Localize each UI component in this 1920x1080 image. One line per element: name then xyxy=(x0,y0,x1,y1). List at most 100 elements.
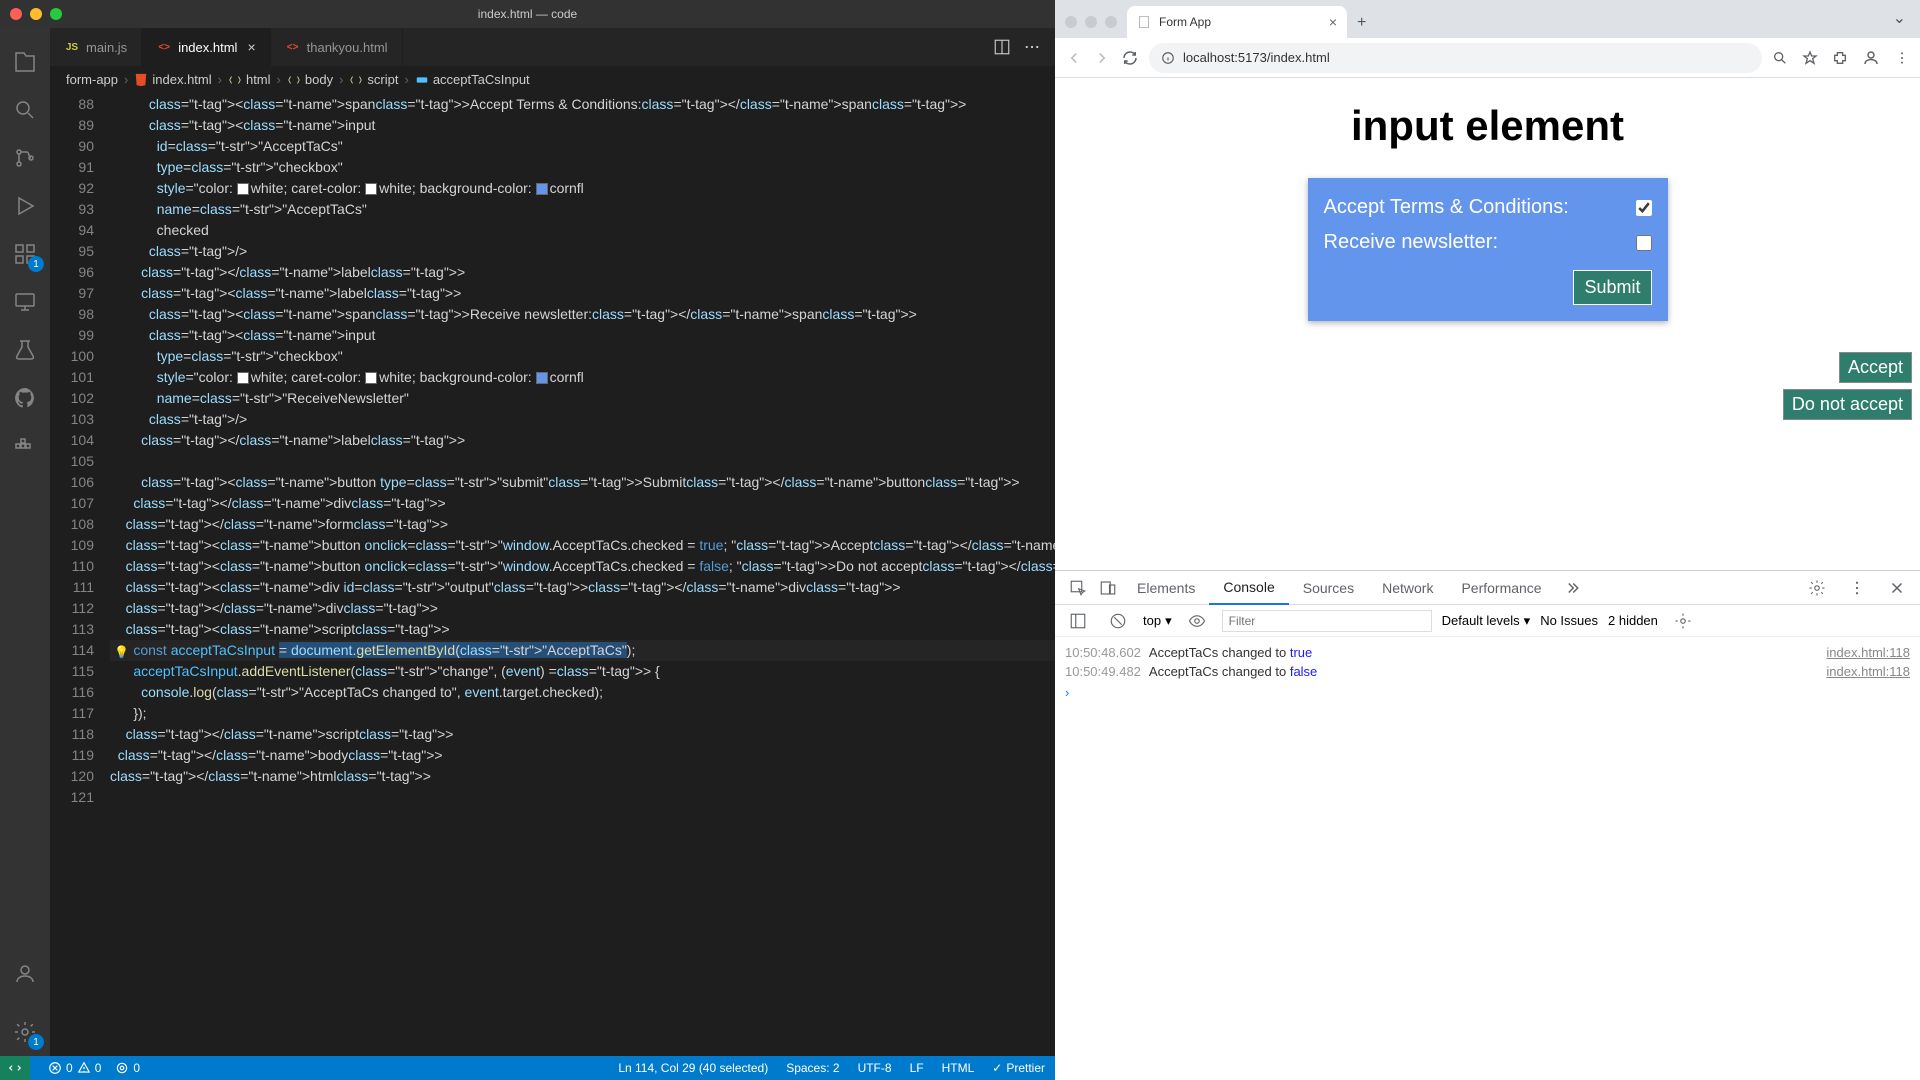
editor-area: JSmain.js <>index.html× <>thankyou.html … xyxy=(50,28,1055,1056)
code-editor[interactable]: 8889909192939495969798991001011021031041… xyxy=(50,94,1055,1056)
tab-label: main.js xyxy=(86,40,127,55)
tab-main-js[interactable]: JSmain.js xyxy=(50,28,142,66)
cursor-position[interactable]: Ln 114, Col 29 (40 selected) xyxy=(618,1061,768,1075)
testing-icon[interactable] xyxy=(0,326,50,374)
clear-console-icon[interactable] xyxy=(1109,612,1127,630)
console-output[interactable]: 10:50:48.602AcceptTaCs changed to truein… xyxy=(1055,637,1920,1080)
breadcrumb-item[interactable]: form-app xyxy=(66,72,118,87)
profile-icon[interactable] xyxy=(1862,49,1880,67)
accept-button[interactable]: Accept xyxy=(1839,352,1912,383)
minimize-window-icon[interactable] xyxy=(30,8,42,20)
devtools-menu-icon[interactable] xyxy=(1848,579,1866,597)
device-toolbar-icon[interactable] xyxy=(1099,579,1117,597)
terms-checkbox[interactable] xyxy=(1636,200,1652,216)
activity-bar: 1 1 xyxy=(0,28,50,1056)
close-window-icon[interactable] xyxy=(10,8,22,20)
inspect-element-icon[interactable] xyxy=(1069,579,1087,597)
settings-badge: 1 xyxy=(28,1034,44,1050)
split-editor-icon[interactable] xyxy=(993,38,1011,56)
maximize-icon[interactable] xyxy=(1105,16,1117,28)
live-expression-icon[interactable] xyxy=(1188,612,1206,630)
chrome-window: Form App × + ⌄ localhost:5173/index.html xyxy=(1055,0,1920,1080)
browser-tab[interactable]: Form App × xyxy=(1127,6,1347,38)
close-tab-icon[interactable]: × xyxy=(1329,14,1337,30)
reject-button[interactable]: Do not accept xyxy=(1783,389,1912,420)
terms-label: Accept Terms & Conditions: xyxy=(1324,196,1569,219)
zoom-icon[interactable] xyxy=(1772,50,1788,66)
bookmark-icon[interactable] xyxy=(1802,50,1818,66)
html-file-icon: <> xyxy=(285,39,301,55)
site-info-icon[interactable] xyxy=(1161,51,1175,65)
search-icon[interactable] xyxy=(0,86,50,134)
extensions-icon[interactable] xyxy=(1832,50,1848,66)
submit-button[interactable]: Submit xyxy=(1573,270,1651,305)
line-gutter: 8889909192939495969798991001011021031041… xyxy=(50,94,110,1056)
url-text: localhost:5173/index.html xyxy=(1183,50,1330,65)
console-settings-icon[interactable] xyxy=(1674,612,1692,630)
minimize-icon[interactable] xyxy=(1085,16,1097,28)
close-tab-icon[interactable]: × xyxy=(247,39,255,55)
account-icon[interactable] xyxy=(0,950,50,998)
hidden-count[interactable]: 2 hidden xyxy=(1608,613,1658,628)
tab-label: index.html xyxy=(178,40,237,55)
devtools-settings-icon[interactable] xyxy=(1808,579,1826,597)
log-levels-selector[interactable]: Default levels ▾ xyxy=(1442,613,1531,629)
filter-input[interactable] xyxy=(1222,610,1432,632)
breadcrumb-item[interactable]: body xyxy=(287,72,333,87)
code-lines[interactable]: class="t-tag"><class="t-name">spanclass=… xyxy=(110,94,1055,1056)
breadcrumb[interactable]: form-app› index.html› html› body› script… xyxy=(50,66,1055,94)
new-tab-button[interactable]: + xyxy=(1351,8,1372,38)
prettier-status[interactable]: ✓ Prettier xyxy=(992,1061,1045,1075)
tab-thankyou-html[interactable]: <> thankyou.html xyxy=(271,28,403,66)
maximize-window-icon[interactable] xyxy=(50,8,62,20)
chrome-traffic-lights[interactable] xyxy=(1063,16,1123,38)
page-heading: input element xyxy=(1055,102,1920,150)
newsletter-checkbox[interactable] xyxy=(1636,235,1652,251)
tab-sources[interactable]: Sources xyxy=(1289,571,1368,605)
forward-button[interactable] xyxy=(1093,49,1111,67)
explorer-icon[interactable] xyxy=(0,38,50,86)
close-icon[interactable] xyxy=(1065,16,1077,28)
context-selector[interactable]: top ▾ xyxy=(1143,613,1172,629)
reload-button[interactable] xyxy=(1121,49,1139,67)
breadcrumb-item[interactable]: script xyxy=(349,72,398,87)
language-mode[interactable]: HTML xyxy=(942,1061,975,1075)
issues-indicator[interactable]: No Issues xyxy=(1540,613,1598,628)
remote-indicator[interactable] xyxy=(0,1056,30,1080)
github-icon[interactable] xyxy=(0,374,50,422)
back-button[interactable] xyxy=(1065,49,1083,67)
breadcrumb-item[interactable]: index.html xyxy=(134,72,211,87)
errors-warnings[interactable]: 0 0 xyxy=(48,1061,101,1075)
indentation[interactable]: Spaces: 2 xyxy=(786,1061,839,1075)
tab-network[interactable]: Network xyxy=(1368,571,1447,605)
tab-search-icon[interactable]: ⌄ xyxy=(1893,8,1912,38)
eol[interactable]: LF xyxy=(910,1061,924,1075)
address-bar[interactable]: localhost:5173/index.html xyxy=(1149,43,1762,73)
source-control-icon[interactable] xyxy=(0,134,50,182)
encoding[interactable]: UTF-8 xyxy=(858,1061,892,1075)
tab-index-html[interactable]: <>index.html× xyxy=(142,28,270,66)
newsletter-label: Receive newsletter: xyxy=(1324,231,1499,254)
extensions-icon[interactable]: 1 xyxy=(0,230,50,278)
tab-console[interactable]: Console xyxy=(1209,571,1288,605)
breadcrumb-item[interactable]: html xyxy=(228,72,271,87)
menu-icon[interactable] xyxy=(1894,50,1910,66)
devtools-close-icon[interactable] xyxy=(1888,579,1906,597)
tab-elements[interactable]: Elements xyxy=(1123,571,1209,605)
remote-explorer-icon[interactable] xyxy=(0,278,50,326)
tab-performance[interactable]: Performance xyxy=(1447,571,1555,605)
breadcrumb-item[interactable]: acceptTaCsInput xyxy=(415,72,530,87)
more-tabs-icon[interactable] xyxy=(1562,579,1580,597)
chrome-toolbar: localhost:5173/index.html xyxy=(1055,38,1920,78)
toggle-sidebar-icon[interactable] xyxy=(1069,612,1087,630)
settings-icon[interactable]: 1 xyxy=(0,1008,50,1056)
ports[interactable]: 0 xyxy=(115,1061,140,1075)
page-viewport: input element Accept Terms & Conditions:… xyxy=(1055,78,1920,1080)
tab-label: thankyou.html xyxy=(307,40,388,55)
form-row-terms: Accept Terms & Conditions: xyxy=(1324,190,1652,225)
more-actions-icon[interactable] xyxy=(1023,38,1041,56)
traffic-lights[interactable] xyxy=(10,8,62,20)
lightbulb-icon[interactable]: 💡 xyxy=(114,642,130,658)
docker-icon[interactable] xyxy=(0,422,50,470)
run-debug-icon[interactable] xyxy=(0,182,50,230)
